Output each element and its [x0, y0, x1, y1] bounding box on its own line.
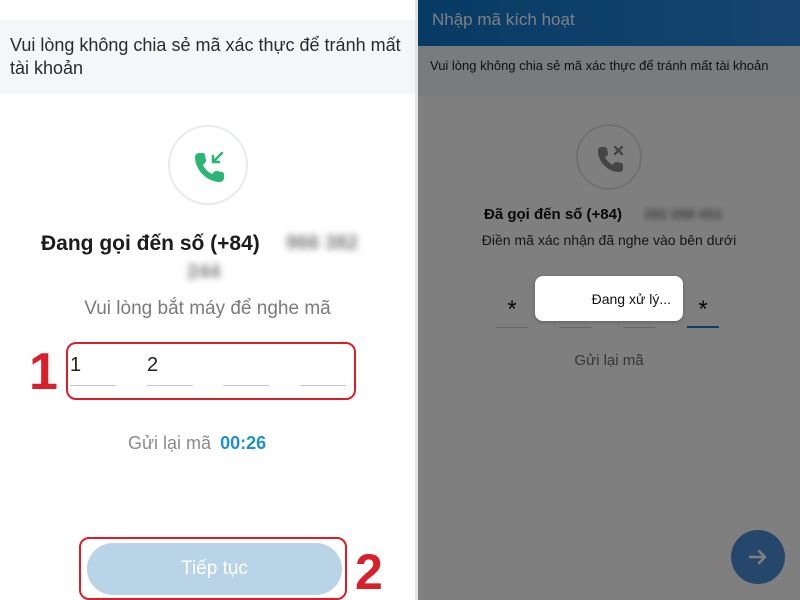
warning-text: Vui lòng không chia sẻ mã xác thực để tr…: [10, 35, 401, 78]
continue-button[interactable]: Tiếp tục: [87, 543, 342, 595]
missed-call-icon: [576, 124, 642, 190]
otp-digit-4-value: *: [698, 296, 708, 323]
step-2-marker: 2: [355, 544, 383, 600]
next-fab-button[interactable]: [731, 530, 785, 584]
header-title: Nhập mã kích hoạt: [432, 10, 575, 29]
otp-digit-1-value: *: [507, 296, 517, 323]
resend-code-link[interactable]: Gửi lại mã: [418, 352, 800, 369]
phone-number-part-2: 244: [187, 261, 221, 283]
instruction-text: Điền mã xác nhận đã nghe vào bên dưới: [481, 232, 737, 248]
resend-code-row[interactable]: Gửi lại mã 00:26: [128, 433, 266, 454]
step-1-marker: 1: [29, 343, 58, 401]
otp-digit-3[interactable]: [223, 352, 269, 386]
processing-dialog: Đang xử lý...: [535, 276, 683, 321]
right-screen: Nhập mã kích hoạt Vui lòng không chia sẻ…: [418, 0, 800, 600]
otp-digit-2[interactable]: 2: [147, 352, 193, 386]
calling-prefix: Đang gọi đến số (+84): [41, 232, 260, 255]
otp-digit-2-value: 2: [147, 354, 159, 376]
resend-timer: 00:26: [220, 433, 267, 453]
resend-code-link[interactable]: Gửi lại mã: [128, 433, 211, 453]
arrow-right-icon: [748, 549, 767, 565]
top-strip: [0, 0, 415, 20]
warning-text: Vui lòng không chia sẻ mã xác thực để tr…: [430, 58, 769, 73]
called-prefix: Đã gọi đến số (+84): [484, 206, 622, 223]
otp-digit-4[interactable]: [300, 352, 346, 386]
phone-number-part-1: 966 382: [286, 232, 359, 254]
otp-digit-1[interactable]: 1: [70, 352, 116, 386]
otp-digit-1[interactable]: *: [496, 288, 528, 328]
incoming-call-icon: [168, 125, 248, 205]
otp-digit-4[interactable]: *: [687, 288, 719, 328]
otp-digit-1-value: 1: [70, 354, 82, 376]
instruction-text: Vui lòng bắt máy để nghe mã: [84, 298, 331, 319]
app-header: Nhập mã kích hoạt: [418, 0, 800, 46]
phone-number: 392 098 452: [644, 206, 722, 222]
left-screen: Vui lòng không chia sẻ mã xác thực để tr…: [0, 0, 415, 600]
